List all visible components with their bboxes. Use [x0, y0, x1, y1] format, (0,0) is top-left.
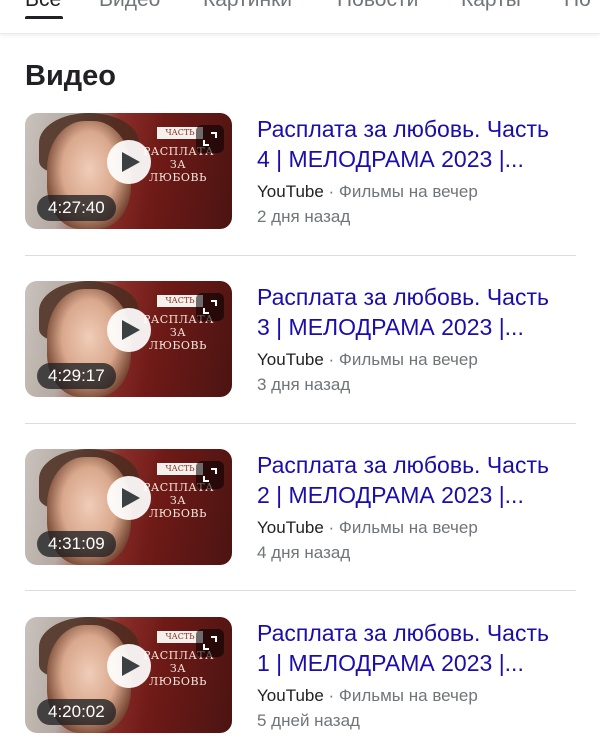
expand-icon	[203, 636, 217, 650]
result-divider	[25, 423, 576, 424]
expand-icon	[203, 300, 217, 314]
meta-separator: ·	[323, 182, 339, 201]
result-divider	[25, 590, 576, 591]
poster-title-line: ЗА	[169, 158, 187, 171]
video-duration: 4:20:02	[37, 699, 116, 725]
tab-video[interactable]: Видео	[99, 0, 160, 12]
play-button[interactable]	[107, 140, 151, 184]
video-channel: Фильмы на вечер	[338, 350, 478, 369]
tab-images[interactable]: Картинки	[203, 0, 292, 12]
tab-more[interactable]: По	[564, 0, 591, 12]
video-thumbnail[interactable]: ЧАСТЬ РАСПЛАТА ЗА ЛЮБОВЬ 4:27:40	[25, 113, 232, 229]
video-title-line: Расплата за любовь. Часть	[257, 452, 549, 478]
poster-title-line: ЗА	[169, 326, 187, 339]
video-duration: 4:31:09	[37, 531, 116, 557]
tab-all[interactable]: Все	[25, 0, 61, 12]
section-title: Видео	[25, 60, 117, 92]
video-title-link[interactable]: Расплата за любовь. Часть 3 | МЕЛОДРАМА 2…	[257, 282, 587, 342]
video-meta: YouTube · Фильмы на вечер	[257, 685, 478, 707]
poster-title-line: ЗА	[169, 494, 187, 507]
play-button[interactable]	[107, 644, 151, 688]
video-date: 2 дня назад	[257, 207, 351, 226]
meta-separator: ·	[323, 686, 339, 705]
play-icon	[122, 488, 140, 508]
result-divider	[25, 255, 576, 256]
video-source: YouTube	[257, 518, 324, 537]
video-channel: Фильмы на вечер	[338, 518, 478, 537]
tab-news[interactable]: Новости	[337, 0, 418, 12]
video-thumbnail[interactable]: ЧАСТЬ РАСПЛАТА ЗА ЛЮБОВЬ 4:31:09	[25, 449, 232, 565]
active-tab-indicator	[25, 16, 63, 19]
video-source: YouTube	[257, 182, 324, 201]
expand-button[interactable]	[196, 125, 224, 153]
video-title-link[interactable]: Расплата за любовь. Часть 1 | МЕЛОДРАМА 2…	[257, 618, 587, 678]
expand-icon	[203, 132, 217, 146]
video-channel: Фильмы на вечер	[338, 686, 478, 705]
video-meta: YouTube · Фильмы на вечер	[257, 349, 478, 371]
poster-title-line: ЛЮБОВЬ	[149, 171, 207, 184]
video-title-line: 1 | МЕЛОДРАМА 2023 |...	[257, 650, 524, 676]
meta-separator: ·	[323, 518, 339, 537]
video-date: 5 дней назад	[257, 711, 360, 730]
poster-title-line: ЗА	[169, 662, 187, 675]
video-source: YouTube	[257, 350, 324, 369]
video-title-line: Расплата за любовь. Часть	[257, 620, 549, 646]
expand-button[interactable]	[196, 629, 224, 657]
meta-separator: ·	[323, 350, 339, 369]
video-channel: Фильмы на вечер	[338, 182, 478, 201]
video-title-line: Расплата за любовь. Часть	[257, 284, 549, 310]
tab-maps[interactable]: Карты	[461, 0, 521, 12]
video-date: 4 дня назад	[257, 543, 351, 562]
video-title-line: 4 | МЕЛОДРАМА 2023 |...	[257, 146, 524, 172]
video-date: 3 дня назад	[257, 375, 351, 394]
expand-icon	[203, 468, 217, 482]
video-duration: 4:27:40	[37, 195, 116, 221]
poster-title-line: ЛЮБОВЬ	[149, 339, 207, 352]
video-title-link[interactable]: Расплата за любовь. Часть 4 | МЕЛОДРАМА 2…	[257, 114, 587, 174]
search-tabs: Все Видео Картинки Новости Карты По	[0, 0, 600, 34]
play-button[interactable]	[107, 476, 151, 520]
play-icon	[122, 320, 140, 340]
play-icon	[122, 152, 140, 172]
video-title-line: 2 | МЕЛОДРАМА 2023 |...	[257, 482, 524, 508]
expand-button[interactable]	[196, 461, 224, 489]
poster-title-line: ЛЮБОВЬ	[149, 507, 207, 520]
expand-button[interactable]	[196, 293, 224, 321]
play-icon	[122, 656, 140, 676]
video-title-line: Расплата за любовь. Часть	[257, 116, 549, 142]
video-thumbnail[interactable]: ЧАСТЬ РАСПЛАТА ЗА ЛЮБОВЬ 4:20:02	[25, 617, 232, 733]
video-duration: 4:29:17	[37, 363, 116, 389]
video-meta: YouTube · Фильмы на вечер	[257, 181, 478, 203]
poster-title-line: ЛЮБОВЬ	[149, 675, 207, 688]
video-thumbnail[interactable]: ЧАСТЬ РАСПЛАТА ЗА ЛЮБОВЬ 4:29:17	[25, 281, 232, 397]
video-source: YouTube	[257, 686, 324, 705]
video-meta: YouTube · Фильмы на вечер	[257, 517, 478, 539]
video-title-link[interactable]: Расплата за любовь. Часть 2 | МЕЛОДРАМА 2…	[257, 450, 587, 510]
play-button[interactable]	[107, 308, 151, 352]
video-title-line: 3 | МЕЛОДРАМА 2023 |...	[257, 314, 524, 340]
